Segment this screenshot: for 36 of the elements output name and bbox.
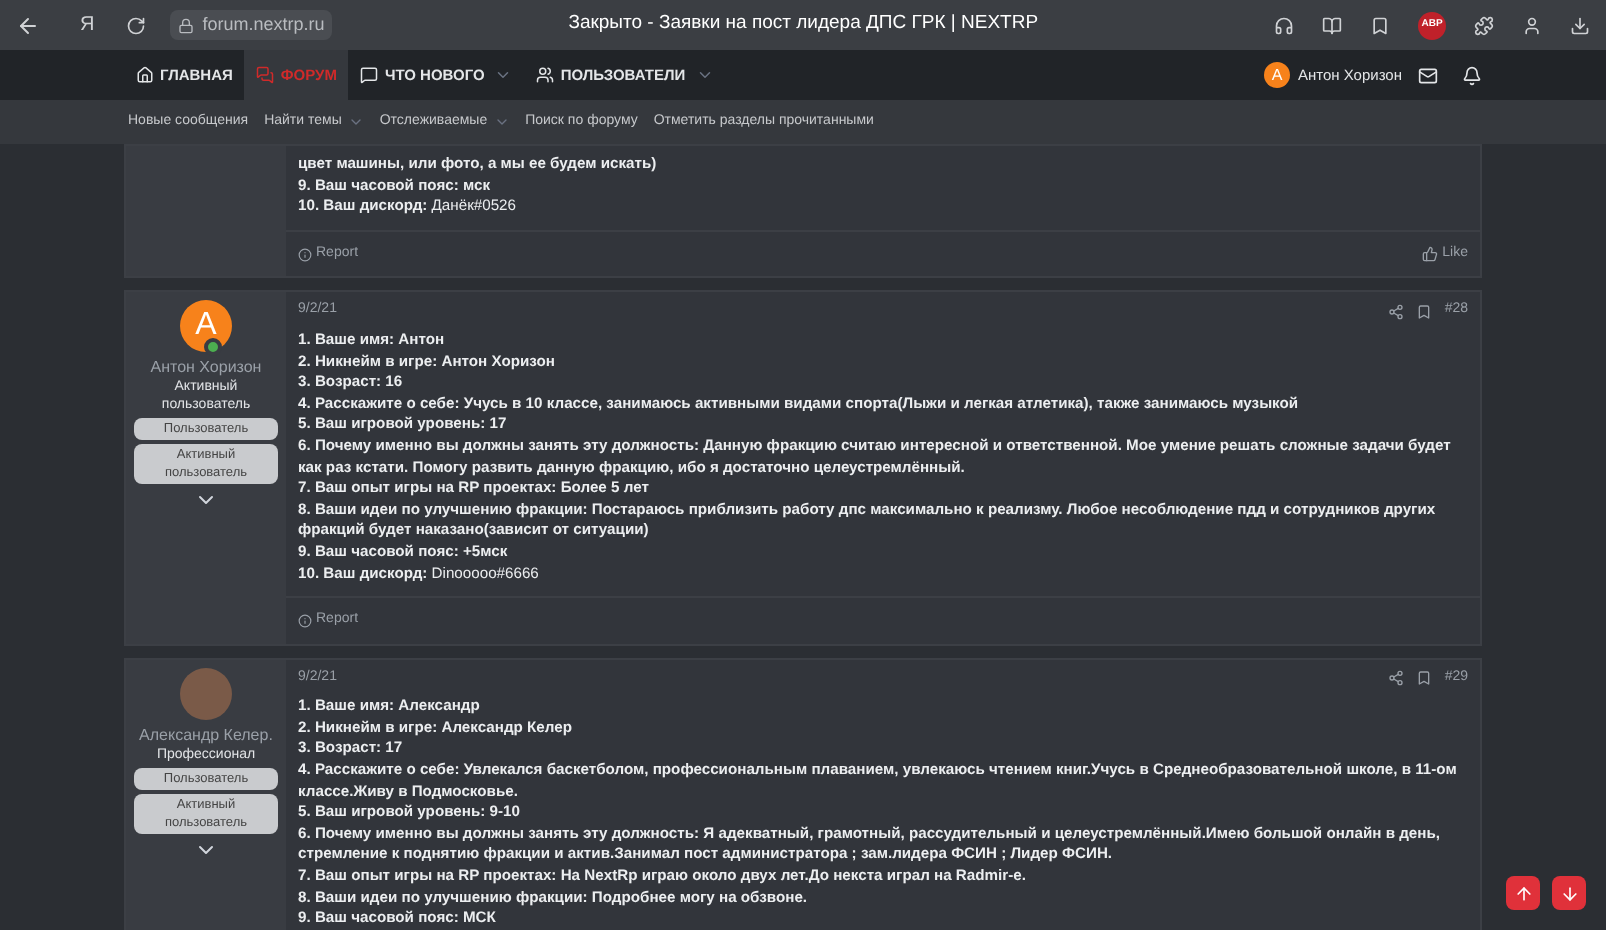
- avatar[interactable]: A: [180, 300, 232, 353]
- page-title: Закрыто - Заявки на пост лидера ДПС ГРК | NEXTRP: [566, 10, 1041, 39]
- thumbs-up-icon: [1422, 246, 1439, 263]
- scroll-down-button[interactable]: [1552, 876, 1586, 910]
- reload-icon[interactable]: [126, 15, 147, 35]
- headphones-icon[interactable]: [1274, 15, 1294, 35]
- info-icon: [298, 613, 312, 628]
- share-icon[interactable]: [1388, 303, 1405, 320]
- arrow-down-icon: [1559, 883, 1579, 903]
- bell-icon[interactable]: [1462, 65, 1482, 85]
- share-icon[interactable]: [1388, 669, 1405, 686]
- scroll-up-button[interactable]: [1506, 876, 1540, 910]
- caret-icon[interactable]: [493, 114, 510, 130]
- mail-icon[interactable]: [1418, 65, 1438, 85]
- caret-icon[interactable]: [347, 114, 364, 130]
- arrow-up-icon: [1513, 883, 1533, 903]
- chat-bubble-icon: [360, 66, 379, 84]
- extension-icon[interactable]: [1474, 15, 1494, 35]
- caret-icon[interactable]: [695, 66, 714, 84]
- download-icon[interactable]: [1570, 15, 1590, 35]
- caret-icon[interactable]: [494, 66, 513, 84]
- bookmark-icon[interactable]: [1416, 303, 1433, 320]
- info-icon: [298, 247, 312, 262]
- address-bar[interactable]: forum.nextrp.ru: [170, 9, 333, 41]
- book-icon[interactable]: [1322, 15, 1342, 35]
- home-icon: [136, 66, 154, 84]
- chat-bubbles-icon: [256, 66, 275, 84]
- back-icon[interactable]: [16, 13, 40, 37]
- user-avatar[interactable]: A: [1263, 62, 1290, 88]
- people-icon: [536, 66, 555, 84]
- profile-icon[interactable]: [1522, 15, 1542, 35]
- bookmark-icon[interactable]: [1416, 669, 1433, 686]
- bookmark-icon[interactable]: [1370, 15, 1390, 35]
- browser-logo[interactable]: Я: [80, 10, 95, 40]
- author-name[interactable]: Александр Келер.: [139, 725, 273, 746]
- author-name[interactable]: Антон Хоризон: [150, 358, 262, 379]
